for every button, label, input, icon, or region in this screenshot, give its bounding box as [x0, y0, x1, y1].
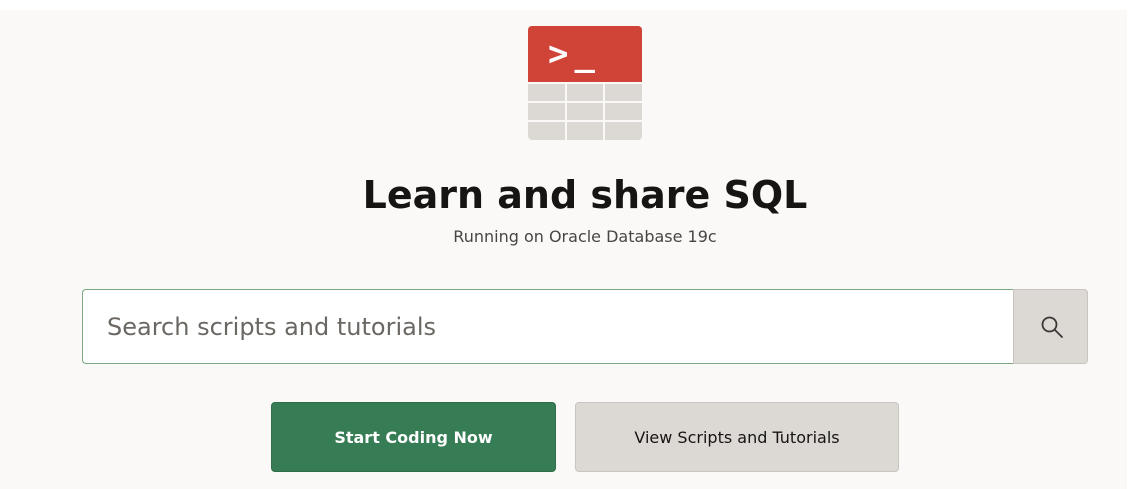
search-bar	[82, 289, 1088, 364]
start-coding-button[interactable]: Start Coding Now	[271, 402, 556, 472]
sql-terminal-logo-icon: >_	[528, 26, 642, 140]
search-icon	[1041, 316, 1063, 338]
logo-grid-line	[528, 120, 642, 122]
logo-grid-line	[603, 82, 605, 140]
logo-grid-line	[528, 82, 642, 84]
search-button[interactable]	[1013, 289, 1088, 364]
page-title: Learn and share SQL	[362, 173, 808, 217]
view-scripts-button[interactable]: View Scripts and Tutorials	[575, 402, 899, 472]
logo-prompt-text: >_	[548, 34, 601, 74]
logo-grid-line	[565, 82, 567, 140]
search-input[interactable]	[82, 289, 1014, 364]
logo-grid-line	[528, 101, 642, 103]
logo-header: >_	[528, 26, 642, 82]
page-subtitle: Running on Oracle Database 19c	[453, 227, 717, 246]
